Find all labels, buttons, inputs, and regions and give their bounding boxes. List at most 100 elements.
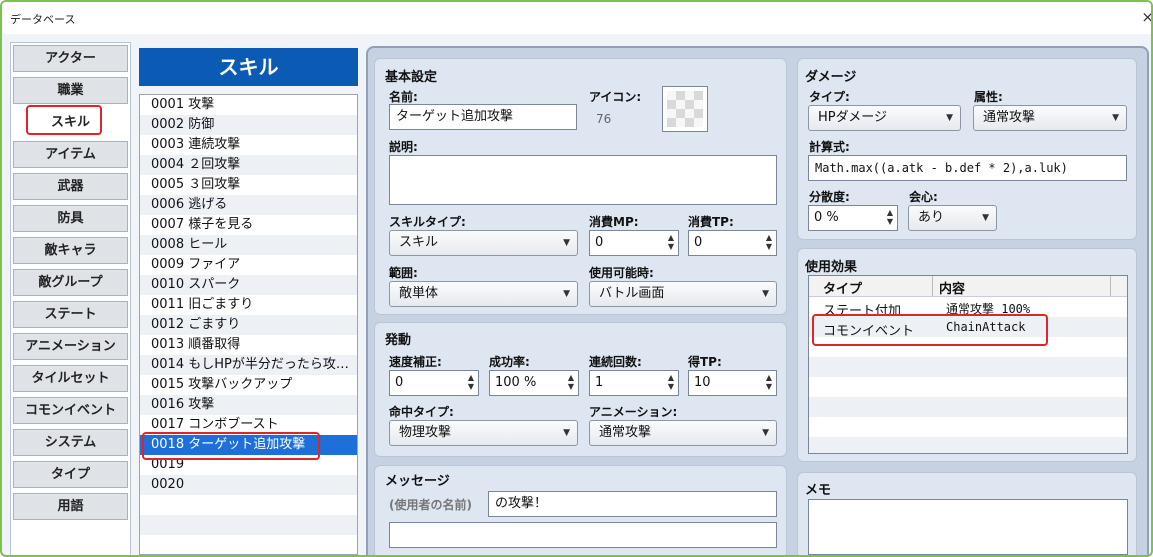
nav-terms[interactable]: 用語 (13, 493, 128, 520)
skill-item[interactable]: 0001 攻撃 (140, 95, 357, 115)
skill-item[interactable]: 0020 (140, 475, 357, 495)
skill-item[interactable]: 0004 ２回攻撃 (140, 155, 357, 175)
scope-value: 敵単体 (399, 286, 439, 301)
nav-system[interactable]: システム (13, 429, 128, 456)
skill-list: 0001 攻撃 0002 防御 0003 連続攻撃 0004 ２回攻撃 0005… (139, 94, 358, 555)
skill-item[interactable]: 0007 様子を見る (140, 215, 357, 235)
skill-type-label: スキルタイプ: (389, 215, 466, 229)
spinner-arrows-icon[interactable]: ▲ ▼ (668, 233, 674, 251)
spinner-arrows-icon[interactable]: ▲ ▼ (468, 373, 474, 391)
element-label: 属性: (974, 90, 1003, 104)
spinner-arrows-icon[interactable]: ▲ ▼ (668, 373, 674, 391)
skill-list-header: スキル (139, 48, 358, 86)
skill-item[interactable]: 0005 ３回攻撃 (140, 175, 357, 195)
nav-troops[interactable]: 敵グループ (13, 269, 128, 296)
nav-common-events[interactable]: コモンイベント (13, 397, 128, 424)
skill-item[interactable]: 0015 攻撃バックアップ (140, 375, 357, 395)
skill-item[interactable]: 0006 逃げる (140, 195, 357, 215)
skill-item-empty[interactable] (140, 495, 357, 515)
memo-field[interactable] (808, 499, 1128, 555)
nav-animations[interactable]: アニメーション (13, 333, 128, 360)
repeat-spinner[interactable]: 1 ▲ ▼ (589, 370, 679, 396)
skill-item[interactable]: 0016 攻撃 (140, 395, 357, 415)
message-line1-field[interactable]: の攻撃！ (488, 491, 777, 517)
tp-gain-value: 10 (694, 375, 711, 390)
skill-item[interactable]: 0002 防御 (140, 115, 357, 135)
spinner-arrows-icon[interactable]: ▲ ▼ (568, 373, 574, 391)
window-title: データベース (10, 13, 76, 26)
damage-title: ダメージ (805, 70, 857, 85)
variance-spinner[interactable]: 0 % ▲ ▼ (808, 205, 898, 231)
nav-types[interactable]: タイプ (13, 461, 128, 488)
nav-tilesets[interactable]: タイルセット (13, 365, 128, 392)
nav-armors[interactable]: 防具 (13, 205, 128, 232)
effects-row-empty[interactable] (809, 417, 1127, 437)
basic-settings-title: 基本設定 (385, 70, 438, 85)
skill-item-empty[interactable] (140, 515, 357, 535)
skill-item[interactable]: 0003 連続攻撃 (140, 135, 357, 155)
chevron-down-icon: ▼ (563, 289, 570, 299)
mp-cost-value: 0 (595, 235, 604, 250)
animation-select[interactable]: 通常攻撃 ▼ (589, 420, 777, 446)
spinner-arrows-icon[interactable]: ▲ ▼ (766, 233, 772, 251)
nav-enemies[interactable]: 敵キャラ (13, 237, 128, 264)
skill-item[interactable]: 0014 もしHPが半分だったら攻… (140, 355, 357, 375)
success-rate-spinner[interactable]: 100 % ▲ ▼ (489, 370, 579, 396)
skill-item[interactable]: 0012 ごますり (140, 315, 357, 335)
scope-select[interactable]: 敵単体 ▼ (389, 281, 578, 307)
tp-cost-label: 消費TP: (688, 215, 734, 229)
chevron-down-icon: ▼ (982, 213, 989, 223)
message-line2-field[interactable] (389, 522, 777, 548)
skill-item[interactable]: 0008 ヒール (140, 235, 357, 255)
success-rate-label: 成功率: (489, 355, 530, 369)
formula-field[interactable]: Math.max((a.atk - b.def * 2),a.luk) (808, 155, 1127, 181)
empty-icon (667, 91, 703, 127)
skill-item-empty[interactable] (140, 535, 357, 554)
element-select[interactable]: 通常攻撃 ▼ (973, 105, 1127, 131)
tp-gain-spinner[interactable]: 10 ▲ ▼ (688, 370, 777, 396)
spinner-arrows-icon[interactable]: ▲ ▼ (766, 373, 772, 391)
column-divider (932, 276, 933, 296)
mp-cost-spinner[interactable]: 0 ▲ ▼ (589, 230, 679, 256)
database-window: データベース × アクター 職業 スキル アイテム 武器 防具 敵キャラ 敵グル… (0, 0, 1153, 557)
nav-actors[interactable]: アクター (13, 45, 128, 72)
scrollbar[interactable] (1110, 276, 1127, 296)
effects-row-empty[interactable] (809, 437, 1127, 453)
critical-select[interactable]: あり ▼ (908, 205, 997, 231)
nav-items[interactable]: アイテム (13, 141, 128, 168)
effects-row-empty[interactable] (809, 377, 1127, 397)
name-field[interactable]: ターゲット追加攻撃 (389, 104, 577, 130)
close-icon[interactable]: × (1141, 8, 1151, 26)
effects-row-empty[interactable] (809, 357, 1127, 377)
skill-item[interactable]: 0011 旧ごますり (140, 295, 357, 315)
col-type-header: タイプ (823, 282, 863, 297)
nav-weapons[interactable]: 武器 (13, 173, 128, 200)
name-label: 名前: (389, 90, 418, 104)
icon-index: 76 (596, 112, 612, 126)
nav-states[interactable]: ステート (13, 301, 128, 328)
occasion-select[interactable]: バトル画面 ▼ (589, 281, 777, 307)
animation-value: 通常攻撃 (599, 425, 652, 440)
highlight-skills-tab (26, 105, 102, 135)
speed-spinner[interactable]: 0 ▲ ▼ (389, 370, 479, 396)
skill-item[interactable]: 0009 ファイア (140, 255, 357, 275)
tp-cost-spinner[interactable]: 0 ▲ ▼ (688, 230, 777, 256)
scope-label: 範囲: (389, 266, 418, 280)
description-field[interactable] (389, 155, 777, 205)
spinner-arrows-icon[interactable]: ▲ ▼ (887, 208, 893, 226)
skill-item[interactable]: 0010 スパーク (140, 275, 357, 295)
hit-type-select[interactable]: 物理攻撃 ▼ (389, 420, 578, 446)
chevron-down-icon: ▼ (1112, 113, 1119, 123)
damage-type-label: タイプ: (809, 90, 850, 104)
skill-item[interactable]: 0013 順番取得 (140, 335, 357, 355)
damage-type-select[interactable]: HPダメージ ▼ (808, 105, 961, 131)
tp-cost-value: 0 (694, 235, 703, 250)
icon-picker[interactable] (662, 86, 708, 132)
nav-classes[interactable]: 職業 (13, 77, 128, 104)
skill-type-select[interactable]: スキル ▼ (389, 230, 578, 256)
effects-row-empty[interactable] (809, 397, 1127, 417)
mp-cost-label: 消費MP: (589, 215, 639, 229)
invocation-title: 発動 (385, 333, 412, 348)
animation-label: アニメーション: (589, 405, 678, 419)
effects-table: タイプ 内容 ステート付加 通常攻撃 100% コモンイベント ChainAtt… (808, 275, 1128, 454)
